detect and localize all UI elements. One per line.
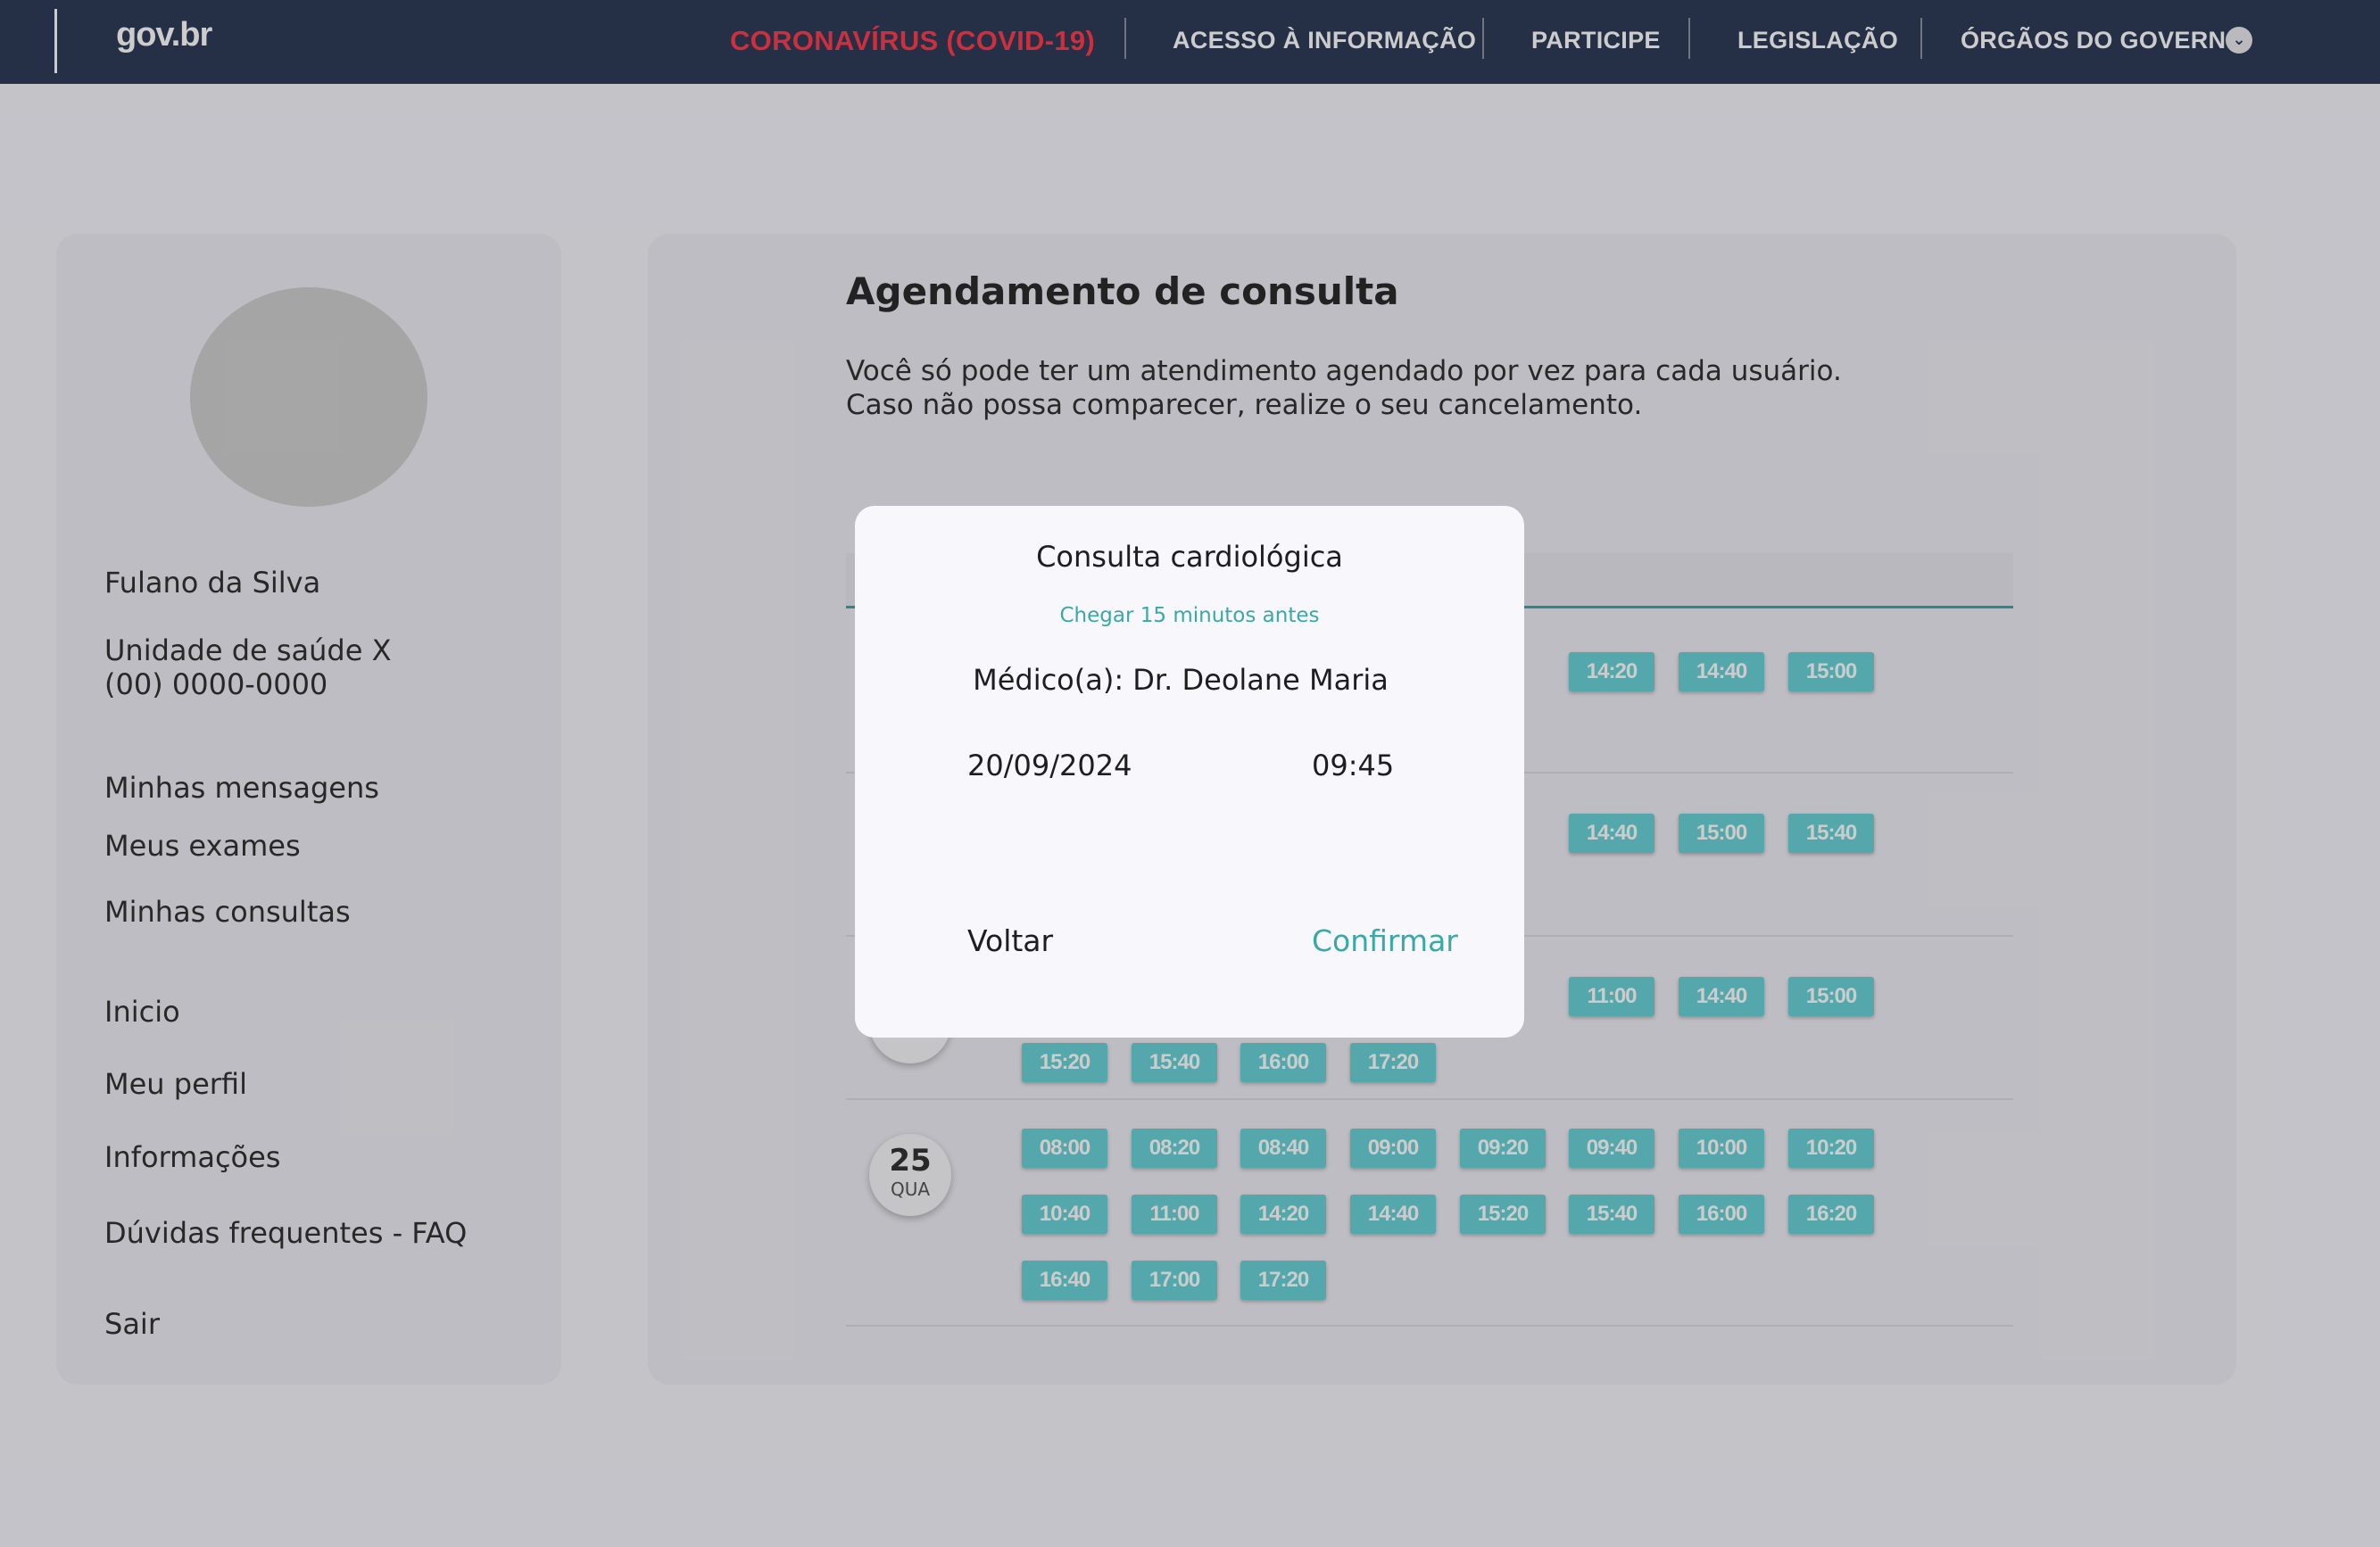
back-button[interactable]: Voltar xyxy=(967,923,1053,958)
confirmation-modal: Consulta cardiológica Chegar 15 minutos … xyxy=(855,506,1524,1038)
appointment-date: 20/09/2024 xyxy=(967,749,1132,782)
confirm-button[interactable]: Confirmar xyxy=(1312,923,1458,958)
arrival-note: Chegar 15 minutos antes xyxy=(1059,604,1320,627)
modal-title: Consulta cardiológica xyxy=(1036,540,1343,574)
doctor-name: Médico(a): Dr. Deolane Maria xyxy=(973,663,1389,697)
appointment-time: 09:45 xyxy=(1312,749,1395,782)
